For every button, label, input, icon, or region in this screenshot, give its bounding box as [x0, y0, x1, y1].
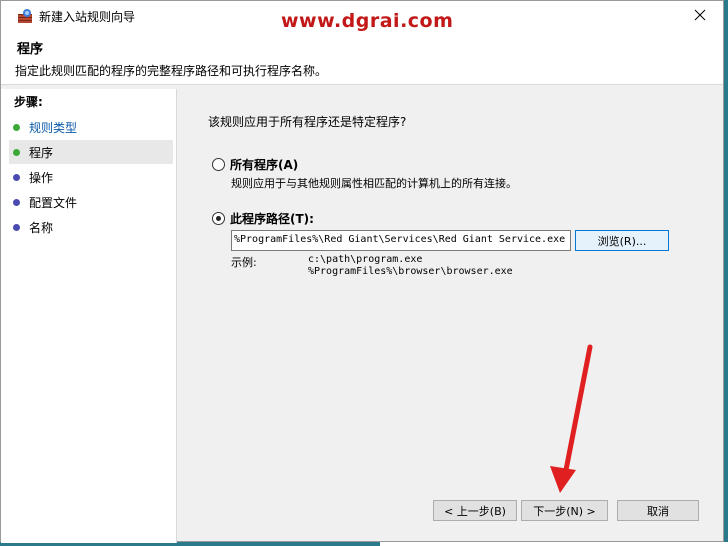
- this-program-label: 此程序路径(T):: [230, 212, 314, 226]
- steps-label: 步骤:: [14, 95, 43, 109]
- example-label: 示例:: [231, 256, 257, 269]
- firewall-wizard-icon: [17, 8, 33, 24]
- step-bullet-icon: [13, 123, 20, 131]
- wizard-window: 新建入站规则向导 www.dgrai.com 程序 指定此规则匹配的程序的完整程…: [0, 0, 724, 543]
- step-bullet-icon: [13, 148, 20, 156]
- sidebar-item-profile: 配置文件: [9, 190, 173, 214]
- back-button[interactable]: < 上一步(B): [433, 500, 517, 521]
- page-header: 程序 指定此规则匹配的程序的完整程序路径和可执行程序名称。: [1, 31, 723, 85]
- all-programs-radio[interactable]: [212, 158, 225, 171]
- question-text: 该规则应用于所有程序还是特定程序?: [208, 115, 407, 129]
- sidebar-item-label: 配置文件: [29, 195, 78, 210]
- close-button[interactable]: [677, 1, 723, 31]
- title-bar: 新建入站规则向导 www.dgrai.com: [1, 1, 723, 32]
- this-program-option[interactable]: 此程序路径(T):: [212, 210, 314, 227]
- sidebar-item-label: 操作: [29, 170, 54, 185]
- step-bullet-icon: [13, 223, 20, 231]
- main-content: 该规则应用于所有程序还是特定程序? 所有程序(A) 规则应用于与其他规则属性相匹…: [178, 89, 723, 543]
- all-programs-description: 规则应用于与其他规则属性相匹配的计算机上的所有连接。: [231, 177, 517, 190]
- example-line: c:\path\program.exe: [308, 254, 423, 265]
- sidebar-item-label: 程序: [29, 145, 54, 160]
- cancel-button[interactable]: 取消: [617, 500, 699, 521]
- step-bullet-icon: [13, 173, 20, 181]
- sidebar-item-name: 名称: [9, 215, 173, 239]
- watermark-text: www.dgrai.com: [281, 10, 454, 32]
- page-title: 程序: [17, 42, 44, 57]
- example-line: %ProgramFiles%\browser\browser.exe: [308, 266, 513, 277]
- page-description: 指定此规则匹配的程序的完整程序路径和可执行程序名称。: [15, 64, 328, 78]
- sidebar-item-program[interactable]: 程序: [9, 140, 173, 164]
- browse-button[interactable]: 浏览(R)...: [575, 230, 669, 251]
- next-button[interactable]: 下一步(N) >: [521, 500, 608, 521]
- sidebar-item-action: 操作: [9, 165, 173, 189]
- all-programs-label: 所有程序(A): [230, 158, 299, 172]
- steps-sidebar: 步骤: 规则类型 程序 操作 配置文件 名称: [1, 89, 177, 543]
- sidebar-item-rule-type[interactable]: 规则类型: [9, 115, 173, 139]
- window-title: 新建入站规则向导: [39, 10, 136, 24]
- background-window-fragment: [380, 542, 728, 546]
- close-icon: [694, 9, 706, 24]
- this-program-radio[interactable]: [212, 212, 225, 225]
- all-programs-option[interactable]: 所有程序(A): [212, 156, 298, 173]
- step-bullet-icon: [13, 198, 20, 206]
- program-path-input[interactable]: %ProgramFiles%\Red Giant\Services\Red Gi…: [231, 230, 571, 251]
- sidebar-item-label: 名称: [29, 220, 54, 235]
- sidebar-item-label: 规则类型: [29, 120, 78, 135]
